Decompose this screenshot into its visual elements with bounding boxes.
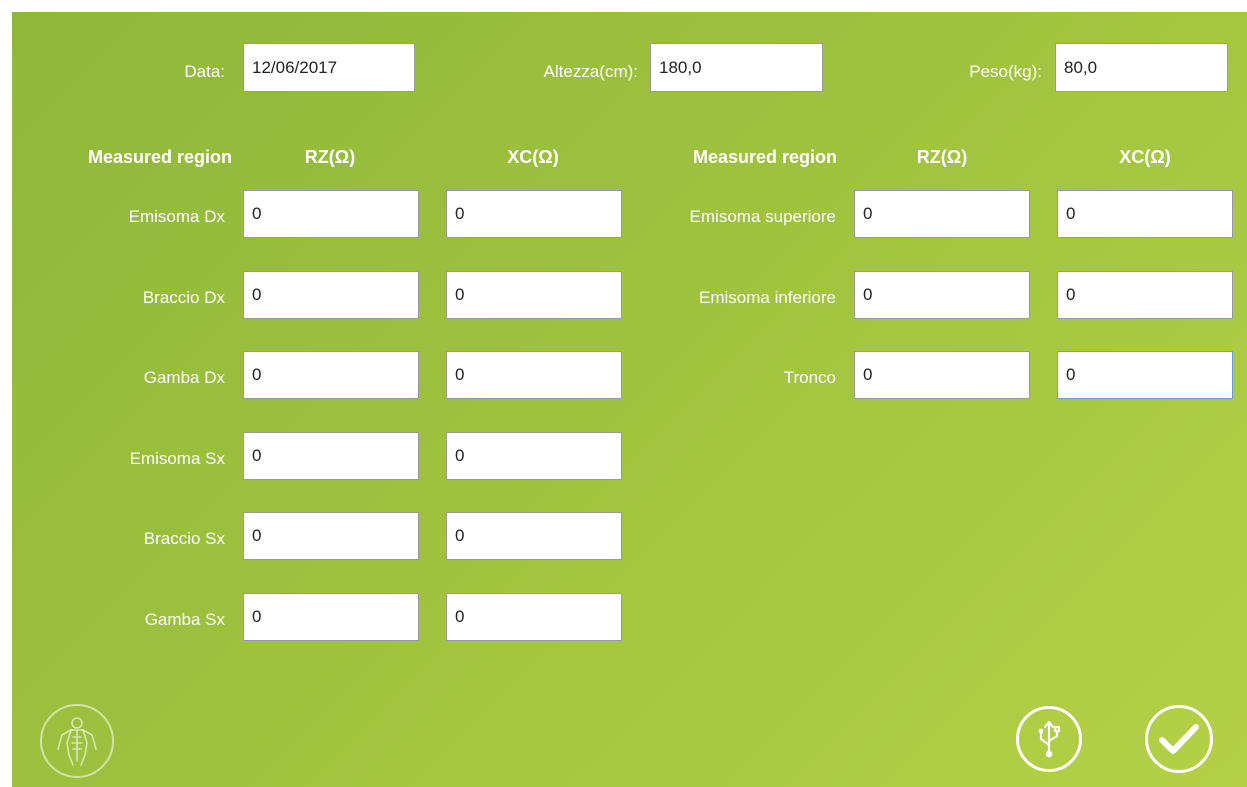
xc-input[interactable] (446, 351, 622, 399)
date-label: Data: (184, 62, 225, 81)
xc-input[interactable] (446, 512, 622, 560)
rz-input[interactable] (243, 271, 419, 319)
xc-input[interactable] (446, 593, 622, 641)
rz-input[interactable] (854, 271, 1030, 319)
height-label: Altezza(cm): (543, 62, 638, 81)
left-xc-header: XC(Ω) (507, 147, 559, 167)
xc-input[interactable] (446, 271, 622, 319)
rz-input[interactable] (243, 190, 419, 238)
rz-input[interactable] (243, 432, 419, 480)
checkmark-icon (1159, 724, 1199, 754)
date-field[interactable] (243, 43, 415, 92)
right-xc-header: XC(Ω) (1119, 147, 1171, 167)
region-label: Tronco (783, 368, 836, 387)
region-label: Gamba Sx (144, 610, 225, 629)
body-model-button[interactable] (40, 704, 114, 778)
region-label: Braccio Dx (142, 288, 225, 307)
xc-input[interactable] (1057, 190, 1233, 238)
rz-input[interactable] (854, 351, 1030, 399)
xc-input[interactable] (446, 432, 622, 480)
body-figure-icon (57, 717, 97, 766)
left-rz-header: RZ(Ω) (304, 147, 356, 167)
region-label: Emisoma Sx (129, 449, 225, 468)
region-label: Gamba Dx (143, 368, 225, 387)
usb-transfer-button[interactable] (1016, 706, 1082, 772)
region-label: Emisoma Dx (128, 207, 225, 226)
region-label: Braccio Sx (143, 529, 225, 548)
height-field[interactable] (650, 43, 823, 92)
xc-input[interactable] (1057, 271, 1233, 319)
weight-field[interactable] (1055, 43, 1228, 92)
xc-input[interactable] (446, 190, 622, 238)
rz-input[interactable] (243, 512, 419, 560)
rz-input[interactable] (243, 351, 419, 399)
right-rz-header: RZ(Ω) (916, 147, 968, 167)
usb-icon (1038, 720, 1061, 758)
weight-label: Peso(kg): (969, 62, 1042, 81)
confirm-button[interactable] (1145, 705, 1213, 773)
measurement-panel: Data: Altezza(cm): Peso(kg): Measured re… (12, 12, 1247, 787)
xc-input[interactable] (1057, 351, 1233, 399)
region-label: Emisoma inferiore (699, 288, 836, 307)
region-label: Emisoma superiore (689, 207, 836, 226)
rz-input[interactable] (854, 190, 1030, 238)
rz-input[interactable] (243, 593, 419, 641)
left-region-header: Measured region (87, 147, 232, 167)
right-region-header: Measured region (692, 147, 837, 167)
